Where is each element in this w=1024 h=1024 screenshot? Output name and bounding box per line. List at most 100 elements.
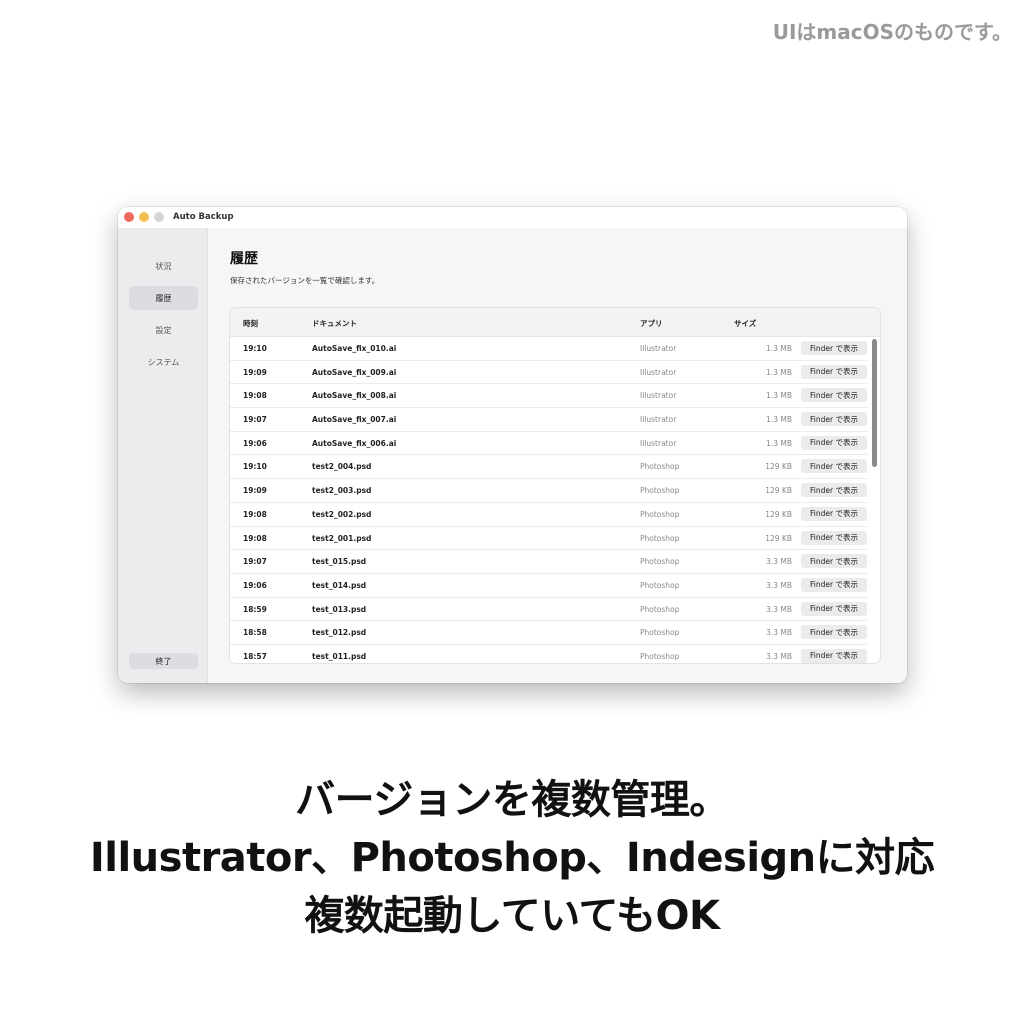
cell-time: 19:08 [243,533,267,543]
app-window: Auto Backup 状況 履歴 設定 システム 終了 履歴 保存されたバージ… [118,207,907,683]
show-in-finder-button[interactable]: Finder で表示 [801,648,867,663]
cell-size: 1.3 MB [766,391,792,401]
cell-document: test_014.psd [312,580,367,590]
cell-app: Illustrator [640,415,677,425]
cell-app: Photoshop [640,580,680,590]
header-document[interactable]: ドキュメント [312,318,357,329]
sidebar: 状況 履歴 設定 システム 終了 [118,228,208,683]
cell-time: 19:09 [243,486,267,496]
cell-time: 19:07 [243,557,267,567]
cell-size: 3.3 MB [766,604,792,614]
cell-time: 19:10 [243,462,267,472]
show-in-finder-button[interactable]: Finder で表示 [801,601,867,616]
cell-document: AutoSave_fix_010.ai [312,344,397,353]
cell-time: 18:59 [243,604,267,614]
show-in-finder-button[interactable]: Finder で表示 [801,459,867,474]
history-table: 時刻 ドキュメント アプリ サイズ 19:10 AutoSave_fix_010.… [229,307,881,664]
table-row[interactable]: 19:07 AutoSave_fix_007.ai Illustrator 1.3 M… [230,408,868,432]
table-row[interactable]: 19:06 AutoSave_fix_006.ai Illustrator 1.3 M… [230,432,868,456]
table-row[interactable]: 19:07 test_015.psd Photoshop 3.3 MB Finder で… [230,550,868,574]
table-row[interactable]: 19:09 AutoSave_fix_009.ai Illustrator 1.3 M… [230,361,868,385]
cell-time: 19:10 [243,344,267,353]
table-row[interactable]: 19:09 test2_003.psd Photoshop 129 KB Finder … [230,479,868,503]
cell-size: 3.3 MB [766,580,792,590]
cell-app: Photoshop [640,651,680,661]
table-row[interactable]: 18:57 test_011.psd Photoshop 3.3 MB Finder で… [230,645,868,663]
sidebar-item-system[interactable]: システム [129,350,198,374]
cell-size: 129 KB [765,509,792,519]
show-in-finder-button[interactable]: Finder で表示 [801,554,867,569]
zoom-window-button[interactable] [154,212,164,222]
cell-document: test_015.psd [312,557,367,567]
cell-size: 1.3 MB [766,367,792,377]
cell-size: 1.3 MB [766,415,792,425]
table-body: 19:10 AutoSave_fix_010.ai Illustrator 1.3 M… [230,337,868,663]
cell-app: Photoshop [640,557,680,567]
table-row[interactable]: 19:08 test2_002.psd Photoshop 129 KB Finder … [230,503,868,527]
show-in-finder-button[interactable]: Finder で表示 [801,435,867,450]
cell-app: Illustrator [640,438,677,448]
show-in-finder-button[interactable]: Finder で表示 [801,506,867,521]
title-bar[interactable]: Auto Backup [118,207,907,228]
page-title: 履歴 [230,251,258,267]
show-in-finder-button[interactable]: Finder で表示 [801,341,867,355]
cell-app: Photoshop [640,462,680,472]
table-row[interactable]: 19:08 test2_001.psd Photoshop 129 KB Finder … [230,527,868,551]
sidebar-item-settings[interactable]: 設定 [129,318,198,342]
close-window-button[interactable] [124,212,134,222]
show-in-finder-button[interactable]: Finder で表示 [801,388,867,403]
cell-document: test_011.psd [312,651,367,661]
cell-time: 18:57 [243,651,267,661]
headline-line-1: バージョンを複数管理。 [295,777,729,823]
cell-app: Illustrator [640,391,677,401]
scrollbar-thumb[interactable] [872,339,877,467]
cell-time: 19:08 [243,509,267,519]
header-time[interactable]: 時刻 [243,318,258,329]
header-size[interactable]: サイズ [734,318,756,329]
window-title: Auto Backup [173,212,234,222]
cell-app: Photoshop [640,533,680,543]
table-row[interactable]: 18:59 test_013.psd Photoshop 3.3 MB Finder で… [230,598,868,622]
cell-document: AutoSave_fix_007.ai [312,415,397,425]
cell-time: 19:06 [243,580,267,590]
cell-size: 1.3 MB [766,344,792,353]
show-in-finder-button[interactable]: Finder で表示 [801,625,867,640]
sidebar-item-status[interactable]: 状況 [129,254,198,278]
cell-size: 129 KB [765,533,792,543]
cell-document: test_013.psd [312,604,367,614]
cell-document: test2_004.psd [312,462,372,472]
show-in-finder-button[interactable]: Finder で表示 [801,577,867,592]
quit-button[interactable]: 終了 [129,653,198,669]
table-row[interactable]: 19:10 AutoSave_fix_010.ai Illustrator 1.3 M… [230,337,868,361]
headline-line-3: 複数起動していてもOK [304,893,720,939]
headline-line-2: Illustrator、Photoshop、Indesignに対応 [89,835,935,881]
cell-app: Photoshop [640,628,680,638]
table-row[interactable]: 19:10 test2_004.psd Photoshop 129 KB Finder … [230,455,868,480]
table-row[interactable]: 19:08 AutoSave_fix_008.ai Illustrator 1.3 M… [230,384,868,409]
show-in-finder-button[interactable]: Finder で表示 [801,530,867,545]
cell-time: 19:08 [243,391,267,401]
sidebar-item-history[interactable]: 履歴 [129,286,198,310]
cell-document: test2_002.psd [312,509,372,519]
cell-document: test_012.psd [312,628,367,638]
cell-document: AutoSave_fix_006.ai [312,438,397,448]
cell-time: 18:58 [243,628,267,638]
header-app[interactable]: アプリ [640,318,663,329]
table-row[interactable]: 19:06 test_014.psd Photoshop 3.3 MB Finder で… [230,574,868,598]
cell-app: Illustrator [640,367,677,377]
minimize-window-button[interactable] [139,212,149,222]
page-subtitle: 保存されたバージョンを一覧で確認します。 [230,276,380,285]
cell-size: 129 KB [765,462,792,472]
cell-size: 3.3 MB [766,628,792,638]
cell-time: 19:09 [243,367,267,377]
main-content: 履歴 保存されたバージョンを一覧で確認します。 時刻 ドキュメント アプリ サイ… [208,228,907,683]
table-row[interactable]: 18:58 test_012.psd Photoshop 3.3 MB Finder で… [230,621,868,645]
cell-app: Photoshop [640,509,680,519]
cell-time: 19:06 [243,438,267,448]
show-in-finder-button[interactable]: Finder で表示 [801,364,867,379]
cell-document: test2_001.psd [312,533,372,543]
show-in-finder-button[interactable]: Finder で表示 [801,412,867,427]
cell-app: Illustrator [640,344,677,353]
show-in-finder-button[interactable]: Finder で表示 [801,483,867,498]
cell-document: AutoSave_fix_008.ai [312,391,397,401]
